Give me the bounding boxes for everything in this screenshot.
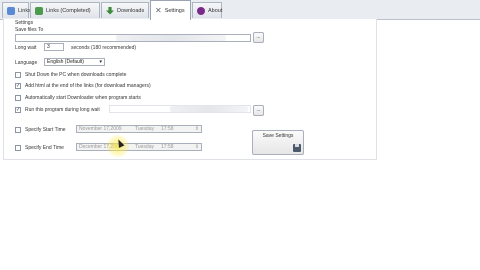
end-time-checkbox[interactable]	[15, 145, 21, 151]
long-wait-hint: seconds (180 recommended)	[71, 45, 137, 51]
tools-icon: ✕	[155, 6, 162, 15]
about-icon	[197, 6, 205, 15]
save-settings-label: Save Settings	[262, 133, 294, 139]
tab-links-completed[interactable]: Links (Completed)	[30, 2, 100, 18]
start-time-checkbox[interactable]	[15, 127, 21, 133]
add-html-checkbox[interactable]: ✓	[15, 83, 21, 89]
language-select[interactable]: English (Default) ▾	[44, 58, 105, 66]
path-blur	[116, 35, 226, 41]
start-date: November 17,2009	[79, 126, 122, 132]
program-path-field[interactable]	[109, 105, 251, 113]
save-files-label: Save files To	[15, 27, 44, 33]
end-day: Tuesday	[135, 144, 154, 150]
start-time-label: Specify Start Time	[25, 127, 66, 133]
long-wait-input[interactable]: 3	[44, 43, 64, 51]
save-path-field[interactable]	[15, 34, 251, 42]
long-wait-label: Long wait	[15, 45, 37, 51]
run-program-checkbox[interactable]: ✓	[15, 107, 21, 113]
program-path-blur	[170, 106, 248, 112]
completed-icon	[35, 6, 43, 15]
language-label: Language	[15, 60, 38, 66]
chevron-down-icon: ▾	[99, 59, 102, 65]
autostart-checkbox[interactable]	[15, 95, 21, 101]
shutdown-checkbox[interactable]	[15, 72, 21, 78]
end-time-label: Specify End Time	[25, 145, 64, 151]
start-time: 17:58	[161, 126, 174, 132]
tab-label: Links (Completed)	[46, 7, 91, 14]
links-icon	[7, 6, 15, 15]
save-settings-button[interactable]: Save Settings	[252, 130, 304, 155]
end-datetime-picker[interactable]: December 17,2009 Tuesday 17:58 ⇕	[76, 143, 202, 151]
language-value: English (Default)	[47, 59, 84, 65]
autostart-label: Automatically start Downloader when prog…	[25, 95, 141, 101]
tab-label: Settings	[164, 7, 185, 14]
tab-settings[interactable]: ✕ Settings	[150, 0, 191, 20]
add-html-label: Add html at the end of the links (for do…	[25, 83, 151, 89]
download-arrow-icon	[106, 6, 114, 15]
tab-bar: Links Links (Completed) Downloads ✕ Sett…	[0, 0, 480, 20]
tab-label: About	[208, 7, 223, 14]
settings-panel: Settings Save files To ... Long wait 3 s…	[3, 19, 377, 160]
spinner-icon: ⇕	[194, 126, 199, 132]
start-datetime-picker[interactable]: November 17,2009 Tuesday 17:58 ⇕	[76, 125, 202, 133]
floppy-disk-icon	[293, 144, 301, 152]
run-program-label: Run this program during long wait	[25, 107, 100, 113]
start-day: Tuesday	[135, 126, 154, 132]
tab-links[interactable]: Links	[2, 2, 31, 18]
spinner-icon: ⇕	[194, 144, 199, 150]
tab-about[interactable]: About	[192, 2, 222, 18]
browse-program-button[interactable]: ...	[253, 105, 264, 116]
settings-heading: Settings	[15, 20, 34, 26]
browse-folder-button[interactable]: ...	[253, 32, 264, 43]
tab-downloads[interactable]: Downloads	[101, 2, 149, 18]
shutdown-label: Shut Down the PC when downloads complete	[25, 72, 127, 78]
tab-label: Downloads	[117, 7, 145, 14]
end-time: 17:58	[161, 144, 174, 150]
tab-label: Links	[18, 7, 31, 14]
